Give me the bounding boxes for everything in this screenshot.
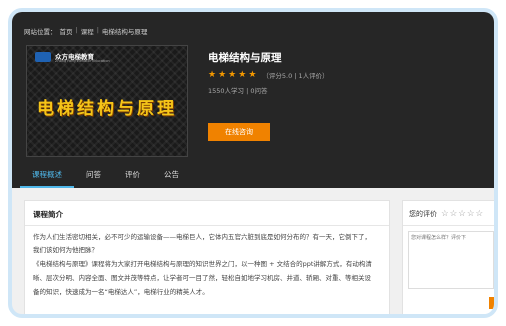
divider <box>403 225 494 226</box>
my-rating-header: 您的评价 ☆ ☆ ☆ ☆ ☆ <box>409 209 483 219</box>
empty-star-icon[interactable]: ☆ <box>441 209 449 219</box>
course-intro-panel: 课程简介 作为人们生活密切相关，必不可少的运输设备——电梯巨人，它体内五官六脏到… <box>24 200 390 314</box>
online-consult-button[interactable]: 在线咨询 <box>208 123 270 141</box>
star-icon: ★ <box>238 69 247 80</box>
intro-title: 课程简介 <box>33 210 63 219</box>
course-tabs: 课程概述 问答 评价 公告 <box>20 164 191 188</box>
tab-announcements[interactable]: 公告 <box>152 164 191 188</box>
submit-review-button[interactable] <box>489 297 494 309</box>
breadcrumb: 网站位置： 首页 | 课程 | 电梯结构与原理 <box>24 26 147 36</box>
star-icon: ★ <box>248 69 257 80</box>
star-icon: ★ <box>228 69 237 80</box>
rating-summary: （评分5.0 | 1人评价） <box>262 72 329 80</box>
empty-star-icon[interactable]: ☆ <box>476 209 484 219</box>
star-icon: ★ <box>218 69 227 80</box>
intro-paragraph: 《电梯结构与原理》课程将为大家打开电梯结构与原理的知识世界之门，以一种图 + 文… <box>33 260 372 268</box>
breadcrumb-prefix: 网站位置： <box>24 28 57 36</box>
divider <box>25 225 389 226</box>
intro-paragraph: 我们该如何为他把脉？ <box>33 246 98 254</box>
intro-paragraph: 晰、层次分明、内容全面、图文并茂等特点，让学者可一目了然，轻松自如地学习机房、井… <box>33 274 371 282</box>
star-icon: ★ <box>208 69 217 80</box>
empty-star-icon[interactable]: ☆ <box>450 209 458 219</box>
empty-star-icon[interactable]: ☆ <box>467 209 475 219</box>
course-header: 网站位置： 首页 | 课程 | 电梯结构与原理 众方电梯教育 Zhong Fan… <box>12 12 494 188</box>
course-rating: ★ ★ ★ ★ ★ （评分5.0 | 1人评价） <box>208 70 329 80</box>
page-frame: 网站位置： 首页 | 课程 | 电梯结构与原理 众方电梯教育 Zhong Fan… <box>8 8 498 318</box>
tab-overview[interactable]: 课程概述 <box>20 164 74 188</box>
breadcrumb-separator: | <box>75 26 78 34</box>
empty-star-icon[interactable]: ☆ <box>458 209 466 219</box>
breadcrumb-home[interactable]: 首页 <box>60 26 73 36</box>
tab-reviews[interactable]: 评价 <box>113 164 152 188</box>
tab-qa[interactable]: 问答 <box>74 164 113 188</box>
breadcrumb-courses[interactable]: 课程 <box>81 26 94 36</box>
cover-title: 电梯结构与原理 <box>37 99 177 119</box>
review-textarea[interactable] <box>408 231 494 289</box>
my-rating-label: 您的评价 <box>409 210 437 218</box>
brand-logo-icon <box>35 52 51 62</box>
breadcrumb-separator: | <box>96 26 99 34</box>
my-rating-panel: 您的评价 ☆ ☆ ☆ ☆ ☆ <box>402 200 494 314</box>
course-title: 电梯结构与原理 <box>208 52 282 64</box>
cover-brand-sub: Zhong Fang Elevator Education <box>55 59 110 63</box>
breadcrumb-current: 电梯结构与原理 <box>101 28 148 36</box>
course-cover-image: 众方电梯教育 Zhong Fang Elevator Education 电梯结… <box>26 45 188 157</box>
intro-paragraph: 作为人们生活密切相关，必不可少的运输设备——电梯巨人，它体内五官六脏到底是如何分… <box>33 233 371 241</box>
course-stats: 1550人学习 | 0问答 <box>208 87 268 95</box>
intro-paragraph: 备的知识，快速成为一名“电梯达人”，电梯行业的精英人才。 <box>33 288 209 296</box>
